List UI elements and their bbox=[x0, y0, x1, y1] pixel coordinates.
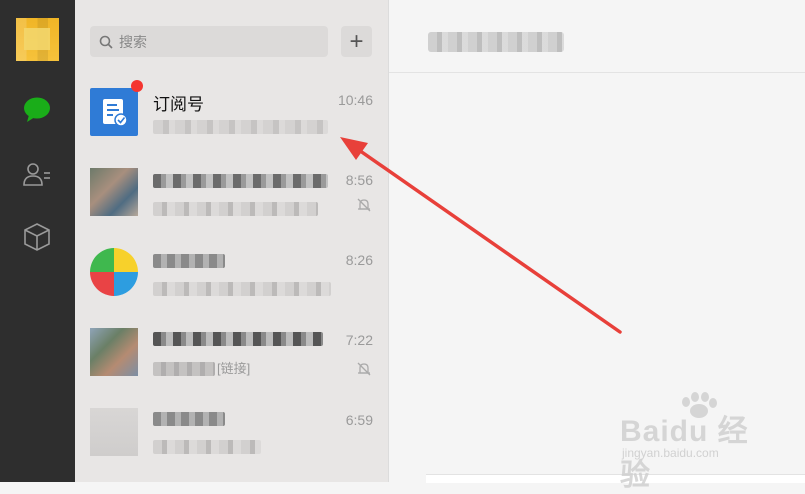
blurred-preview bbox=[153, 202, 318, 216]
blurred-title bbox=[153, 412, 225, 426]
contact-avatar bbox=[90, 408, 138, 456]
search-bar[interactable]: 搜索 bbox=[90, 26, 328, 57]
mute-bell-icon bbox=[357, 362, 371, 376]
watermark-url: jingyan.baidu.com bbox=[622, 446, 719, 460]
blurred-title bbox=[153, 254, 225, 268]
search-input[interactable]: 搜索 bbox=[119, 32, 147, 52]
list-item[interactable]: 8:26 bbox=[75, 240, 388, 320]
cube-icon[interactable] bbox=[20, 220, 54, 254]
list-item[interactable]: 8:56 bbox=[75, 160, 388, 240]
navigation-rail bbox=[0, 0, 75, 482]
mute-bell-icon bbox=[357, 198, 371, 212]
unread-badge bbox=[131, 80, 143, 92]
chat-time: 10:46 bbox=[337, 92, 373, 108]
search-icon bbox=[99, 35, 113, 49]
contacts-icon[interactable] bbox=[20, 158, 54, 192]
baidu-watermark: Baidu 经验 jingyan.baidu.com bbox=[616, 392, 766, 492]
add-button[interactable]: + bbox=[341, 26, 372, 57]
subscription-avatar bbox=[90, 88, 138, 136]
blurred-title bbox=[153, 174, 328, 188]
chat-time: 8:26 bbox=[345, 252, 373, 268]
contact-avatar bbox=[90, 168, 138, 216]
blurred-preview bbox=[153, 440, 261, 454]
document-check-icon bbox=[103, 99, 128, 127]
list-item[interactable]: 6:59 bbox=[75, 400, 388, 480]
chat-time: 6:59 bbox=[345, 412, 373, 428]
chat-preview-link: [链接] bbox=[217, 361, 251, 376]
chat-list-panel: 搜索 + 订阅号 10:46 8:56 8:26 7:22 [链接] 6:59 bbox=[75, 0, 389, 482]
blurred-title bbox=[153, 332, 323, 346]
blurred-preview bbox=[153, 282, 331, 296]
contact-avatar bbox=[90, 328, 138, 376]
user-avatar[interactable] bbox=[16, 18, 59, 61]
chat-title: 订阅号 bbox=[153, 95, 204, 114]
header-divider bbox=[389, 72, 805, 73]
list-item[interactable]: 7:22 [链接] bbox=[75, 320, 388, 400]
conversation-title bbox=[428, 32, 564, 52]
list-item-subscriptions[interactable]: 订阅号 10:46 bbox=[75, 80, 388, 160]
chat-time: 7:22 bbox=[345, 332, 373, 348]
chat-time: 8:56 bbox=[345, 172, 373, 188]
blurred-preview bbox=[153, 362, 215, 376]
contact-avatar bbox=[90, 248, 138, 296]
blurred-preview bbox=[153, 120, 328, 134]
chat-icon[interactable] bbox=[20, 93, 54, 127]
